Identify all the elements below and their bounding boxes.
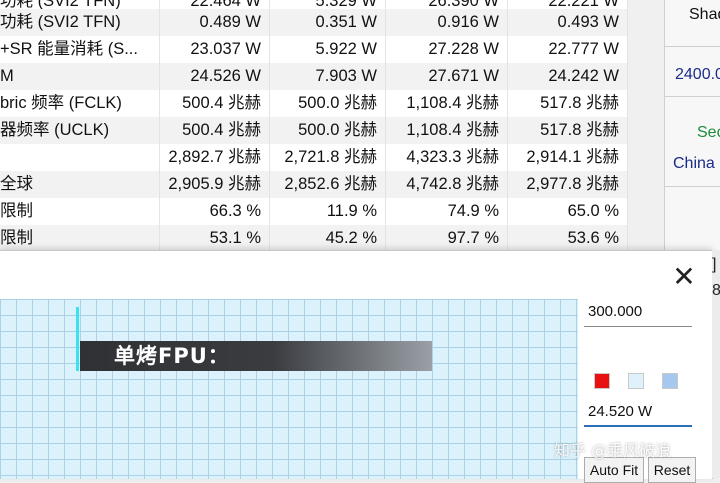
table-row[interactable]: 限制 53.1 % 45.2 % 97.7 % 53.6 % [0, 225, 628, 250]
close-icon: ✕ [672, 261, 696, 292]
row-label: 限制 [0, 225, 160, 250]
max-value: 27.671 W [386, 63, 508, 90]
current-value-field[interactable]: 24.520 W [584, 399, 692, 427]
row-label: M [0, 63, 160, 90]
min-value: 500.0 兆赫 [270, 117, 386, 144]
sensor-graph[interactable]: 单烤FPU： [0, 299, 578, 479]
min-value: 5.922 W [270, 36, 386, 63]
shad-label: Shad [689, 6, 720, 23]
side-panel: Shad 2400.0 Sec China [664, 0, 720, 250]
max-value: 4,323.3 兆赫 [386, 144, 508, 171]
edge-bracket: ] [712, 256, 717, 273]
divider [665, 96, 720, 97]
max-value: 4,742.8 兆赫 [386, 171, 508, 198]
avg-value: 53.6 % [508, 225, 628, 250]
row-label [0, 144, 160, 171]
current-value: 0.489 W [160, 9, 270, 36]
max-value: 74.9 % [386, 198, 508, 225]
max-value: 1,108.4 兆赫 [386, 117, 508, 144]
table-row[interactable]: 全球 2,905.9 兆赫 2,852.6 兆赫 4,742.8 兆赫 2,97… [0, 171, 628, 198]
min-value: 2,721.8 兆赫 [270, 144, 386, 171]
china-label: China [673, 155, 715, 172]
max-value: 27.228 W [386, 36, 508, 63]
row-label: 限制 [0, 198, 160, 225]
max-value: 1,108.4 兆赫 [386, 90, 508, 117]
edge-digit: 8 [712, 282, 720, 299]
row-label: bric 频率 (FCLK) [0, 90, 160, 117]
watermark: 知乎 @乘风破浪 [554, 441, 672, 460]
avg-value: 22.777 W [508, 36, 628, 63]
current-value: 2,892.7 兆赫 [160, 144, 270, 171]
current-value: 53.1 % [160, 225, 270, 250]
max-value: 97.7 % [386, 225, 508, 250]
table-row[interactable]: 限制 66.3 % 11.9 % 74.9 % 65.0 % [0, 198, 628, 225]
avg-value: 0.493 W [508, 9, 628, 36]
frequency-value: 2400.0 [675, 66, 720, 83]
table-row[interactable]: 2,892.7 兆赫 2,721.8 兆赫 4,323.3 兆赫 2,914.1… [0, 144, 628, 171]
row-label: 功耗 (SVI2 TFN) [0, 9, 160, 36]
current-value: 24.526 W [160, 63, 270, 90]
row-label: 器频率 (UCLK) [0, 117, 160, 144]
banner-text: 单烤FPU： [114, 344, 230, 368]
min-value: 7.903 W [270, 63, 386, 90]
row-label: 全球 [0, 171, 160, 198]
divider [665, 46, 720, 47]
table-row[interactable]: bric 频率 (FCLK) 500.4 兆赫 500.0 兆赫 1,108.4… [0, 90, 628, 117]
current-value: 2,905.9 兆赫 [160, 171, 270, 198]
current-value: 66.3 % [160, 198, 270, 225]
avg-value: 517.8 兆赫 [508, 90, 628, 117]
current-value: 500.4 兆赫 [160, 90, 270, 117]
close-button[interactable]: ✕ [664, 259, 704, 295]
min-value: 45.2 % [270, 225, 386, 250]
max-value: 0.916 W [386, 9, 508, 36]
sec-label: Sec [697, 124, 720, 141]
grid-color-swatch[interactable] [662, 373, 678, 389]
avg-value: 24.242 W [508, 63, 628, 90]
min-value: 2,852.6 兆赫 [270, 171, 386, 198]
avg-value: 517.8 兆赫 [508, 117, 628, 144]
divider [665, 186, 720, 187]
avg-value: 65.0 % [508, 198, 628, 225]
max-scale-field[interactable]: 300.000 [584, 299, 692, 327]
table-row[interactable]: 功耗 (SVI2 TFN) 0.489 W 0.351 W 0.916 W 0.… [0, 9, 628, 36]
min-value: 500.0 兆赫 [270, 90, 386, 117]
table-row[interactable]: +SR 能量消耗 (S... 23.037 W 5.922 W 27.228 W… [0, 36, 628, 63]
table-row[interactable]: M 24.526 W 7.903 W 27.671 W 24.242 W [0, 63, 628, 90]
current-value: 23.037 W [160, 36, 270, 63]
table-row[interactable]: 器频率 (UCLK) 500.4 兆赫 500.0 兆赫 1,108.4 兆赫 … [0, 117, 628, 144]
table-scrollbar[interactable] [628, 0, 638, 250]
avg-value: 2,977.8 兆赫 [508, 171, 628, 198]
row-label: +SR 能量消耗 (S... [0, 36, 160, 63]
line-color-swatch[interactable] [594, 373, 610, 389]
sensor-table: 功耗 (SVI2 TFN) 22.464 W 5.329 W 26.390 W … [0, 0, 628, 250]
title-banner: 单烤FPU： [80, 341, 432, 371]
avg-value: 2,914.1 兆赫 [508, 144, 628, 171]
graph-series-line [76, 307, 79, 371]
background-color-swatch[interactable] [628, 373, 644, 389]
min-value: 0.351 W [270, 9, 386, 36]
current-value: 500.4 兆赫 [160, 117, 270, 144]
min-value: 11.9 % [270, 198, 386, 225]
